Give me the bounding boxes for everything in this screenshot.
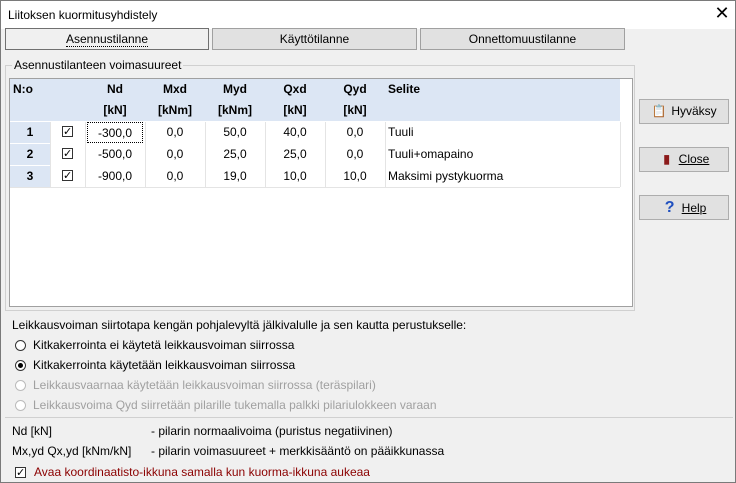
radio-label: Kitkakerrointa ei käytetä leikkausvoiman…	[33, 338, 295, 352]
radio-label: Kitkakerrointa käytetään leikkausvoiman …	[33, 358, 296, 372]
row-checkbox[interactable]: ✓	[62, 126, 73, 137]
legend-term: Nd [kN]	[12, 424, 53, 438]
row-checkbox[interactable]: ✓	[62, 170, 73, 181]
accept-button[interactable]: 📋 Hyväksy	[639, 99, 729, 124]
cell-mxd[interactable]: 0,0	[145, 122, 205, 143]
help-button[interactable]: ? Help	[639, 195, 729, 220]
loads-table[interactable]: N:o Nd Mxd Myd Qxd Qyd Selite [kN] [kNm]…	[9, 78, 633, 307]
transfer-heading: Leikkausvoiman siirtotapa kengän pohjale…	[12, 318, 467, 332]
cell-nd[interactable]: -900,0	[85, 166, 145, 187]
header-qxd: Qxd	[265, 79, 325, 100]
row-checkbox[interactable]: ✓	[62, 148, 73, 159]
cell-selite[interactable]: Tuuli	[388, 122, 618, 143]
group-label: Asennustilanteen voimasuureet	[12, 58, 184, 72]
unit-qxd: [kN]	[265, 100, 325, 121]
grid-line	[10, 187, 620, 188]
cell-nd[interactable]: -300,0	[87, 122, 143, 143]
document-check-icon: 📋	[651, 104, 667, 118]
divider	[5, 417, 733, 418]
tab-onnettomuustilanne[interactable]: Onnettomuustilanne	[420, 28, 625, 50]
cell-qxd[interactable]: 40,0	[265, 122, 325, 143]
header-selite: Selite	[388, 79, 508, 100]
tab-kayttotilanne[interactable]: Käyttötilanne	[212, 28, 417, 50]
header-no: N:o	[13, 79, 49, 100]
close-window-icon[interactable]: ✕	[709, 1, 735, 29]
grid-line	[265, 122, 266, 187]
row-number: 1	[10, 122, 50, 143]
header-mxd: Mxd	[145, 79, 205, 100]
header-myd: Myd	[205, 79, 265, 100]
cell-qyd[interactable]: 10,0	[325, 166, 385, 187]
grid-line	[620, 122, 621, 187]
cell-nd[interactable]: -500,0	[85, 144, 145, 165]
cell-selite[interactable]: Tuuli+omapaino	[388, 144, 618, 165]
grid-line	[50, 122, 51, 187]
cell-qxd[interactable]: 25,0	[265, 144, 325, 165]
close-label: Close	[678, 152, 710, 166]
grid-line	[145, 122, 146, 187]
cell-qyd[interactable]: 0,0	[325, 122, 385, 143]
grid-line	[325, 122, 326, 187]
question-icon: ?	[664, 199, 675, 216]
cell-mxd[interactable]: 0,0	[145, 166, 205, 187]
close-button[interactable]: ▮ Close	[639, 147, 729, 172]
tab-label: Asennustilanne	[65, 32, 149, 47]
legend-term: Mx,yd Qx,yd [kNm/kN]	[12, 444, 132, 458]
grid-line	[205, 122, 206, 187]
grid-line	[85, 122, 86, 187]
cell-qyd[interactable]: 0,0	[325, 144, 385, 165]
coord-window-label: Avaa koordinaatisto-ikkuna samalla kun k…	[34, 465, 370, 479]
legend-desc: - pilarin normaalivoima (puristus negati…	[151, 424, 393, 438]
header-qyd: Qyd	[325, 79, 385, 100]
grid-line	[385, 122, 386, 187]
radio-label: Leikkausvaarnaa käytetään leikkausvoiman…	[33, 378, 376, 392]
help-label: Help	[681, 201, 707, 215]
tab-asennustilanne[interactable]: Asennustilanne	[5, 28, 209, 50]
title-bar: Liitoksen kuormitusyhdistely ✕	[1, 1, 735, 29]
accept-label: Hyväksy	[671, 104, 717, 118]
radio-no-friction[interactable]	[15, 340, 26, 351]
tab-label: Onnettomuustilanne	[468, 32, 577, 46]
cell-mxd[interactable]: 0,0	[145, 144, 205, 165]
legend-desc: - pilarin voimasuureet + merkkisääntö on…	[151, 444, 445, 458]
unit-nd: [kN]	[85, 100, 145, 121]
cell-selite[interactable]: Maksimi pystykuorma	[388, 166, 618, 187]
unit-qyd: [kN]	[325, 100, 385, 121]
cell-myd[interactable]: 25,0	[205, 144, 265, 165]
dialog-window: Liitoksen kuormitusyhdistely ✕ Asennusti…	[0, 0, 736, 483]
coord-window-checkbox[interactable]: ✓	[15, 467, 26, 478]
radio-shear-key	[15, 380, 26, 391]
unit-myd: [kNm]	[205, 100, 265, 121]
unit-mxd: [kNm]	[145, 100, 205, 121]
tab-label: Käyttötilanne	[279, 32, 350, 46]
row-number: 2	[10, 144, 50, 165]
radio-beam-support	[15, 400, 26, 411]
header-nd: Nd	[85, 79, 145, 100]
cell-myd[interactable]: 19,0	[205, 166, 265, 187]
door-exit-icon: ▮	[663, 152, 670, 166]
cell-myd[interactable]: 50,0	[205, 122, 265, 143]
row-number: 3	[10, 166, 50, 187]
radio-label: Leikkausvoima Qyd siirretään pilarille t…	[33, 398, 437, 412]
radio-friction[interactable]	[15, 360, 26, 371]
window-title: Liitoksen kuormitusyhdistely	[8, 8, 158, 22]
cell-qxd[interactable]: 10,0	[265, 166, 325, 187]
